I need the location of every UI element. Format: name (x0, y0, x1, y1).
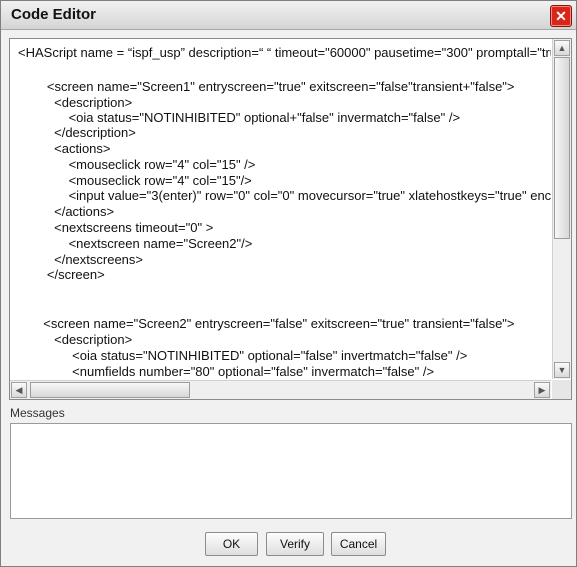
code-line: <description> (18, 332, 133, 347)
code-editor[interactable]: <HAScript name = “ispf_usp” description=… (9, 38, 572, 400)
code-line: <actions> (18, 141, 111, 156)
code-editor-window: Code Editor ✕ <HAScript name = “ispf_usp… (0, 0, 577, 567)
code-line: <screen name="Screen1" entryscreen="true… (18, 79, 515, 94)
code-line: <screen name="Screen2" entryscreen="fals… (18, 316, 515, 331)
code-line: </actions> (18, 204, 115, 219)
cancel-button[interactable]: Cancel (331, 532, 386, 556)
code-line: <mouseclick row="4" col="15"/> (18, 173, 252, 188)
code-line: <description> (18, 95, 133, 110)
title-bar: Code Editor ✕ (1, 1, 576, 30)
code-line: </screen> (18, 267, 105, 282)
code-line: <nextscreen name="Screen2"/> (18, 236, 253, 251)
verify-button[interactable]: Verify (266, 532, 324, 556)
code-line: <input value="3(enter)" row="0" col="0" … (68, 188, 551, 203)
messages-label: Messages (10, 406, 65, 420)
code-line: <numfields number="80" optional="false" … (18, 364, 435, 379)
messages-box[interactable] (10, 423, 572, 519)
scroll-left-icon[interactable]: ◀ (11, 382, 27, 398)
scrollbar-corner (552, 380, 571, 399)
window-title: Code Editor (11, 6, 96, 23)
vertical-scrollbar[interactable]: ▲ ▼ (552, 39, 571, 379)
code-text-area[interactable]: <HAScript name = “ispf_usp” description=… (10, 39, 551, 379)
horizontal-scrollbar[interactable]: ◀ ▶ (10, 380, 551, 399)
scroll-right-icon[interactable]: ▶ (534, 382, 550, 398)
code-line: </description> (18, 125, 136, 140)
horizontal-scroll-thumb[interactable] (30, 382, 190, 398)
close-button[interactable]: ✕ (550, 5, 572, 27)
vertical-scroll-thumb[interactable] (554, 57, 570, 239)
code-line: </nextscreens> (18, 252, 144, 267)
code-line: <mouseclick row="4" col="15" /> (18, 157, 256, 172)
scroll-down-icon[interactable]: ▼ (554, 362, 570, 378)
code-line: <oia status="NOTINHIBITED" optional="fal… (18, 348, 468, 363)
code-line: <HAScript name = “ispf_usp” description=… (18, 45, 551, 60)
close-icon: ✕ (555, 8, 567, 24)
ok-button[interactable]: OK (205, 532, 258, 556)
scroll-up-icon[interactable]: ▲ (554, 40, 570, 56)
code-line: <oia status="NOTINHIBITED" optional+"fal… (18, 110, 461, 125)
code-line: <nextscreens timeout="0" > (18, 220, 214, 235)
